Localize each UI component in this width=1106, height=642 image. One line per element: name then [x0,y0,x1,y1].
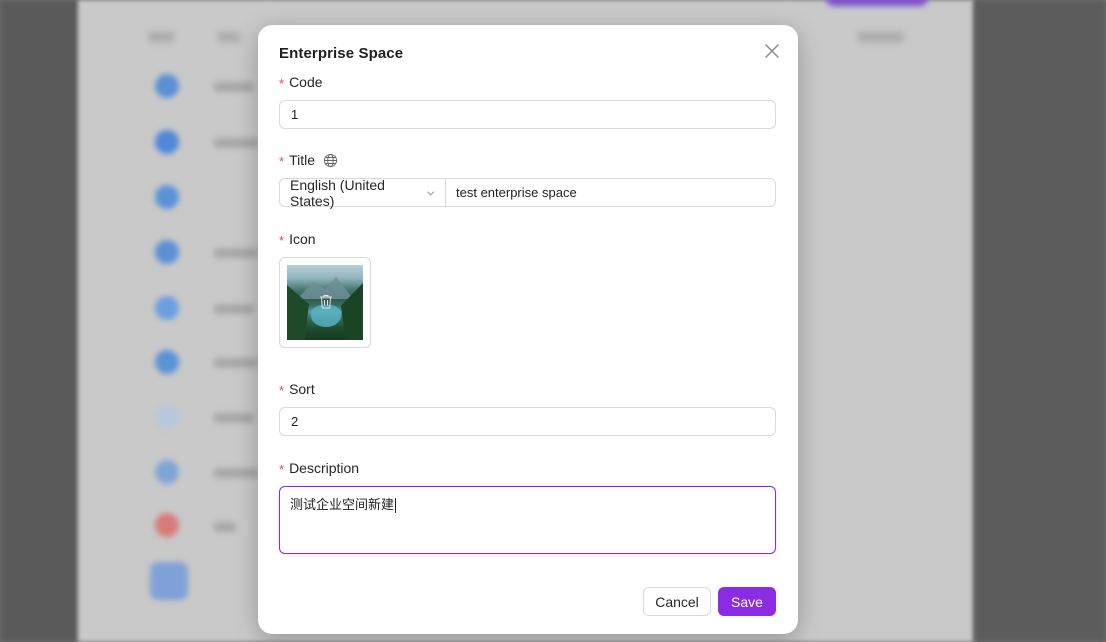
code-value: 1 [291,107,299,122]
language-select-value: English (United States) [290,176,385,209]
description-label: * Description [279,460,360,477]
sort-value: 2 [291,414,299,429]
save-button[interactable]: Save [718,587,776,616]
title-value: test enterprise space [456,185,577,200]
icon-image-preview [287,265,363,340]
title-label: * Title [279,152,338,169]
close-icon[interactable] [763,42,781,60]
sort-input[interactable]: 2 [279,407,776,436]
chevron-down-icon [426,190,434,196]
cancel-button[interactable]: Cancel [643,587,711,616]
title-input-group: English (United States) test enterprise … [279,176,776,209]
globe-icon[interactable] [323,153,338,168]
required-mark: * [279,153,285,169]
required-mark: * [279,232,285,248]
icon-label-text: Icon [289,231,316,247]
code-label: * Code [279,74,323,91]
icon-label: * Icon [279,231,316,248]
enterprise-space-dialog: Enterprise Space * Code 1 * Title Englis… [258,25,798,634]
code-input[interactable]: 1 [279,100,776,129]
language-select[interactable]: English (United States) [279,176,446,209]
description-textarea[interactable]: 测试企业空间新建 [279,486,776,554]
required-mark: * [279,461,285,477]
dialog-title: Enterprise Space [279,45,404,62]
code-label-text: Code [289,74,323,90]
icon-upload[interactable] [279,257,371,348]
description-label-text: Description [289,460,360,476]
sort-label: * Sort [279,381,315,398]
required-mark: * [279,382,285,398]
description-value: 测试企业空间新建 [290,497,395,512]
required-mark: * [279,75,285,91]
trash-icon[interactable] [319,294,333,309]
sort-label-text: Sort [289,381,315,397]
title-label-text: Title [289,152,315,168]
text-caret [395,498,397,514]
title-input[interactable]: test enterprise space [446,178,776,207]
